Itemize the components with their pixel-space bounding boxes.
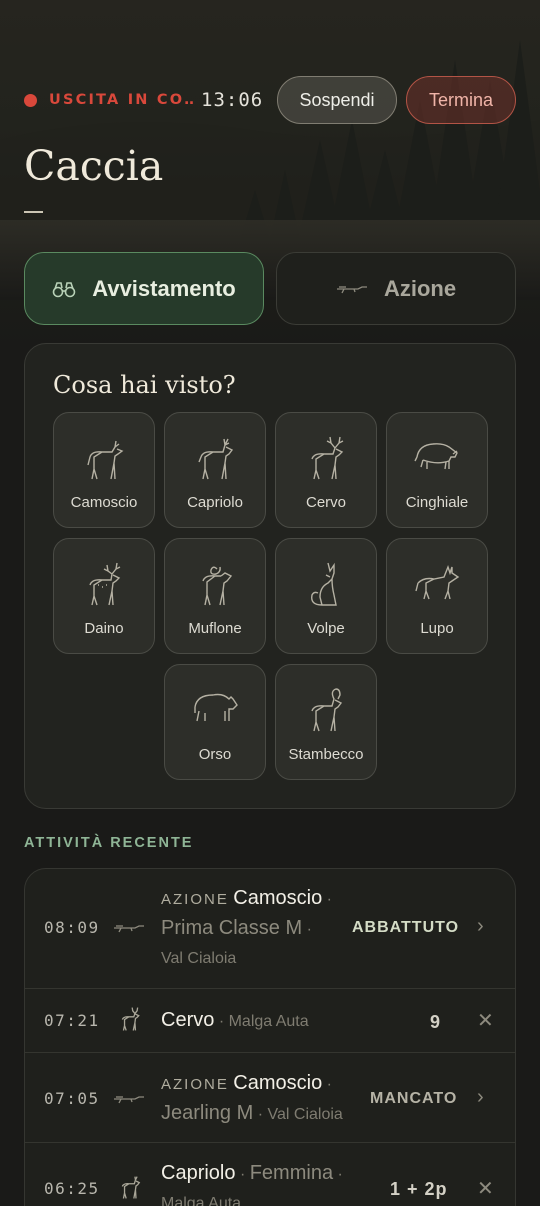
activity-time: 06:25 bbox=[44, 1179, 100, 1198]
chevron-right-icon[interactable]: › bbox=[477, 915, 484, 938]
mouflon-icon bbox=[202, 566, 233, 606]
title-divider bbox=[24, 211, 43, 213]
animal-label: Volpe bbox=[307, 620, 345, 637]
activity-row[interactable]: 07:21 Cervo · Malga Auta 9 ✕ bbox=[25, 989, 515, 1053]
delete-icon[interactable]: ✕ bbox=[477, 1008, 494, 1033]
picker-title: Cosa hai visto? bbox=[53, 371, 236, 399]
animal-button-cinghiale[interactable]: Cinghiale bbox=[386, 412, 488, 528]
fox-icon bbox=[311, 562, 337, 606]
activity-description: AZIONE Camoscio · Prima Classe M · Val C… bbox=[161, 884, 351, 973]
fallow-deer-icon bbox=[89, 562, 121, 606]
animal-button-muflone[interactable]: Muflone bbox=[164, 538, 266, 654]
activity-detail: Jearling M bbox=[161, 1102, 254, 1124]
activity-count: 1 + 2p bbox=[390, 1179, 448, 1199]
activity-description: Cervo · Malga Auta bbox=[161, 1006, 309, 1036]
activity-place: Malga Auta bbox=[161, 1195, 242, 1206]
session-status-bar: USCITA IN CO… 13:06 Sospendi Termina bbox=[24, 76, 516, 124]
rifle-icon bbox=[114, 925, 144, 933]
tab-azione-label: Azione bbox=[383, 275, 457, 301]
activity-time: 07:05 bbox=[44, 1089, 100, 1108]
activity-time: 07:21 bbox=[44, 1011, 100, 1030]
session-timer: 13:06 bbox=[201, 89, 264, 111]
animal-button-daino[interactable]: Daino bbox=[53, 538, 155, 654]
animal-label: Orso bbox=[198, 746, 232, 763]
animal-button-orso[interactable]: Orso bbox=[164, 664, 266, 780]
activity-animal: Camoscio bbox=[233, 1072, 323, 1094]
recent-activity-heading: ATTIVITÀ RECENTE bbox=[24, 835, 194, 851]
separator: · bbox=[218, 1013, 225, 1030]
animal-label: Cervo bbox=[305, 494, 346, 511]
animal-label: Muflone bbox=[188, 620, 242, 637]
rifle-icon bbox=[336, 285, 367, 293]
separator: · bbox=[326, 891, 332, 908]
activity-time: 08:09 bbox=[44, 918, 100, 937]
activity-detail: Prima Classe M bbox=[161, 917, 303, 939]
chevron-right-icon[interactable]: › bbox=[477, 1086, 484, 1109]
activity-outcome-badge: MANCATO bbox=[370, 1090, 458, 1107]
animal-button-lupo[interactable]: Lupo bbox=[386, 538, 488, 654]
animal-button-stambecco[interactable]: Stambecco bbox=[275, 664, 377, 780]
activity-type-tag: AZIONE bbox=[161, 891, 229, 908]
separator: · bbox=[326, 1076, 332, 1093]
wild-boar-icon bbox=[414, 443, 458, 470]
separator: · bbox=[257, 1106, 264, 1123]
activity-count: 9 bbox=[430, 1012, 442, 1032]
separator: · bbox=[337, 1166, 343, 1183]
session-status-label: USCITA IN CO… bbox=[49, 92, 195, 108]
tab-azione[interactable]: Azione bbox=[276, 252, 516, 325]
animal-label: Lupo bbox=[420, 620, 454, 637]
recent-activity-list: 08:09 AZIONE Camoscio · Prima Classe M ·… bbox=[24, 868, 516, 1206]
page-title: Caccia bbox=[24, 142, 164, 190]
deer-icon bbox=[121, 1176, 141, 1199]
wolf-icon bbox=[415, 564, 460, 600]
red-deer-icon bbox=[311, 436, 344, 480]
separator: · bbox=[239, 1166, 246, 1183]
recording-indicator bbox=[24, 93, 37, 107]
roe-deer-icon bbox=[198, 438, 234, 480]
activity-row[interactable]: 07:05 AZIONE Camoscio · Jearling M · Val… bbox=[25, 1053, 515, 1143]
activity-animal: Capriolo bbox=[161, 1162, 236, 1184]
animal-label: Daino bbox=[84, 620, 124, 637]
rifle-icon bbox=[114, 1096, 144, 1104]
animal-label: Cinghiale bbox=[405, 494, 469, 511]
activity-row[interactable]: 08:09 AZIONE Camoscio · Prima Classe M ·… bbox=[25, 869, 515, 989]
activity-row[interactable]: 06:25 Capriolo · Femmina · Malga Auta 1 … bbox=[25, 1143, 515, 1206]
activity-description: AZIONE Camoscio · Jearling M · Val Cialo… bbox=[161, 1069, 371, 1129]
deer-icon bbox=[121, 1007, 140, 1031]
end-session-button[interactable]: Termina bbox=[406, 76, 516, 124]
animal-label: Camoscio bbox=[70, 494, 138, 511]
delete-icon[interactable]: ✕ bbox=[477, 1176, 494, 1201]
activity-animal: Camoscio bbox=[233, 887, 323, 909]
animal-button-capriolo[interactable]: Capriolo bbox=[164, 412, 266, 528]
activity-outcome-badge: ABBATTUTO bbox=[352, 919, 460, 936]
activity-detail: Femmina bbox=[249, 1162, 334, 1184]
animal-button-camoscio[interactable]: Camoscio bbox=[53, 412, 155, 528]
activity-place: Val Cialoia bbox=[161, 950, 237, 967]
animal-button-volpe[interactable]: Volpe bbox=[275, 538, 377, 654]
separator: · bbox=[306, 921, 312, 938]
tab-avvistamento-label: Avvistamento bbox=[92, 275, 236, 301]
ibex-icon bbox=[311, 688, 343, 732]
binoculars-icon bbox=[52, 281, 76, 297]
activity-type-tag: AZIONE bbox=[161, 1076, 229, 1093]
tab-avvistamento[interactable]: Avvistamento bbox=[24, 252, 264, 325]
animal-label: Stambecco bbox=[288, 746, 364, 763]
activity-place: Val Cialoia bbox=[267, 1106, 343, 1123]
animal-picker-card: Cosa hai visto? Camoscio Capriolo Cervo … bbox=[24, 343, 516, 809]
activity-place: Malga Auta bbox=[228, 1013, 309, 1030]
animal-button-cervo[interactable]: Cervo bbox=[275, 412, 377, 528]
activity-animal: Cervo bbox=[161, 1009, 215, 1031]
activity-description: Capriolo · Femmina · Malga Auta bbox=[161, 1159, 371, 1206]
chamois-icon bbox=[87, 440, 124, 480]
bear-icon bbox=[194, 693, 238, 722]
suspend-button[interactable]: Sospendi bbox=[277, 76, 397, 124]
animal-label: Capriolo bbox=[187, 494, 243, 511]
